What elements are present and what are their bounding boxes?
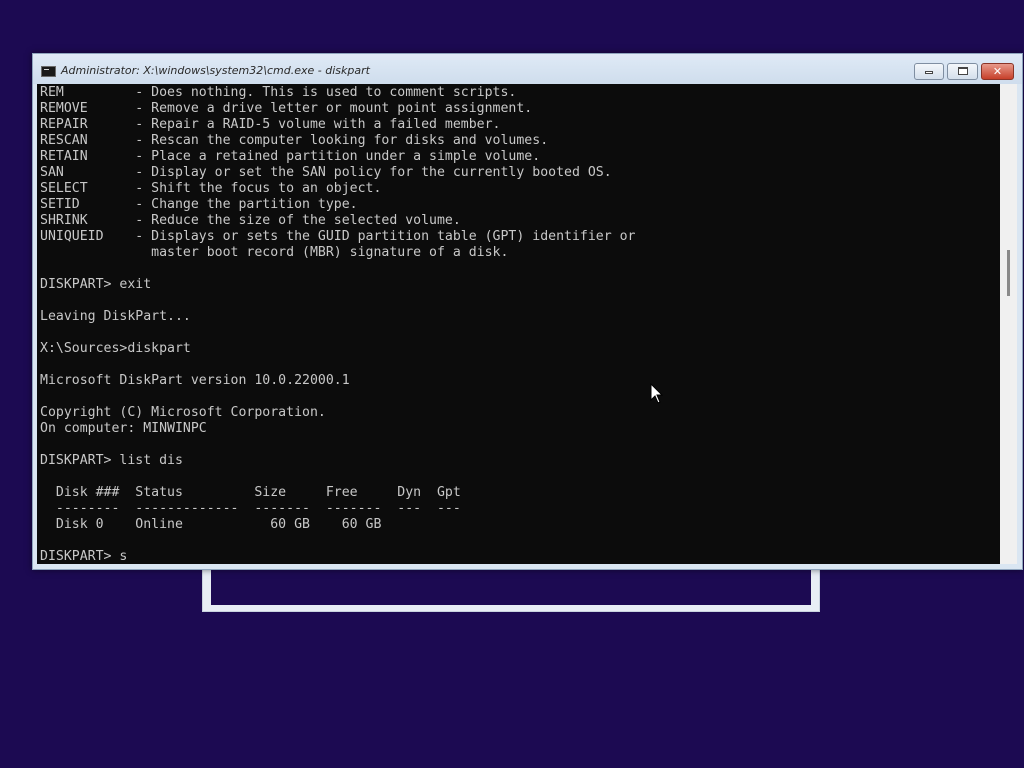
- close-button[interactable]: ✕: [981, 63, 1014, 80]
- console-line: DISKPART> list dis: [40, 453, 183, 468]
- console-line: DISKPART> exit: [40, 277, 152, 292]
- console-line: Leaving DiskPart...: [40, 309, 191, 324]
- console-line: Disk ### Status Size Free Dyn Gpt: [40, 485, 461, 500]
- console-line: RESCAN - Rescan the computer looking for…: [40, 133, 549, 148]
- console-text: REM - Does nothing. This is used to comm…: [40, 85, 635, 564]
- vertical-scrollbar[interactable]: [1000, 84, 1017, 564]
- console-line: SHRINK - Reduce the size of the selected…: [40, 213, 461, 228]
- command-prompt-window[interactable]: Administrator: X:\windows\system32\cmd.e…: [32, 53, 1023, 570]
- console-line: SETID - Change the partition type.: [40, 197, 358, 212]
- window-titlebar[interactable]: Administrator: X:\windows\system32\cmd.e…: [33, 54, 1022, 84]
- close-icon: ✕: [992, 65, 1003, 78]
- console-line: DISKPART> s: [40, 549, 128, 564]
- console-line: REM - Does nothing. This is used to comm…: [40, 85, 517, 100]
- console-line: UNIQUEID - Displays or sets the GUID par…: [40, 229, 636, 244]
- console-line: On computer: MINWINPC: [40, 421, 207, 436]
- console-line: -------- ------------- ------- ------- -…: [40, 501, 461, 516]
- console-line: REMOVE - Remove a drive letter or mount …: [40, 101, 533, 116]
- console-line: master boot record (MBR) signature of a …: [40, 245, 509, 260]
- console-line: SELECT - Shift the focus to an object.: [40, 181, 382, 196]
- console-line: X:\Sources>diskpart: [40, 341, 191, 356]
- console-output[interactable]: REM - Does nothing. This is used to comm…: [37, 84, 1000, 564]
- console-line: Disk 0 Online 60 GB 60 GB: [40, 517, 382, 532]
- console-line: RETAIN - Place a retained partition unde…: [40, 149, 541, 164]
- console-line: Copyright (C) Microsoft Corporation.: [40, 405, 326, 420]
- cmd-app-icon[interactable]: [41, 66, 56, 77]
- console-line: Microsoft DiskPart version 10.0.22000.1: [40, 373, 350, 388]
- scrollbar-thumb[interactable]: [1007, 250, 1010, 296]
- console-line: REPAIR - Repair a RAID-5 volume with a f…: [40, 117, 501, 132]
- window-title: Administrator: X:\windows\system32\cmd.e…: [61, 64, 370, 77]
- minimize-icon: [925, 71, 933, 74]
- console-line: SAN - Display or set the SAN policy for …: [40, 165, 612, 180]
- maximize-icon: [957, 67, 968, 75]
- mouse-pointer-icon: [650, 383, 664, 404]
- minimize-button[interactable]: [914, 63, 944, 80]
- maximize-button[interactable]: [947, 63, 978, 80]
